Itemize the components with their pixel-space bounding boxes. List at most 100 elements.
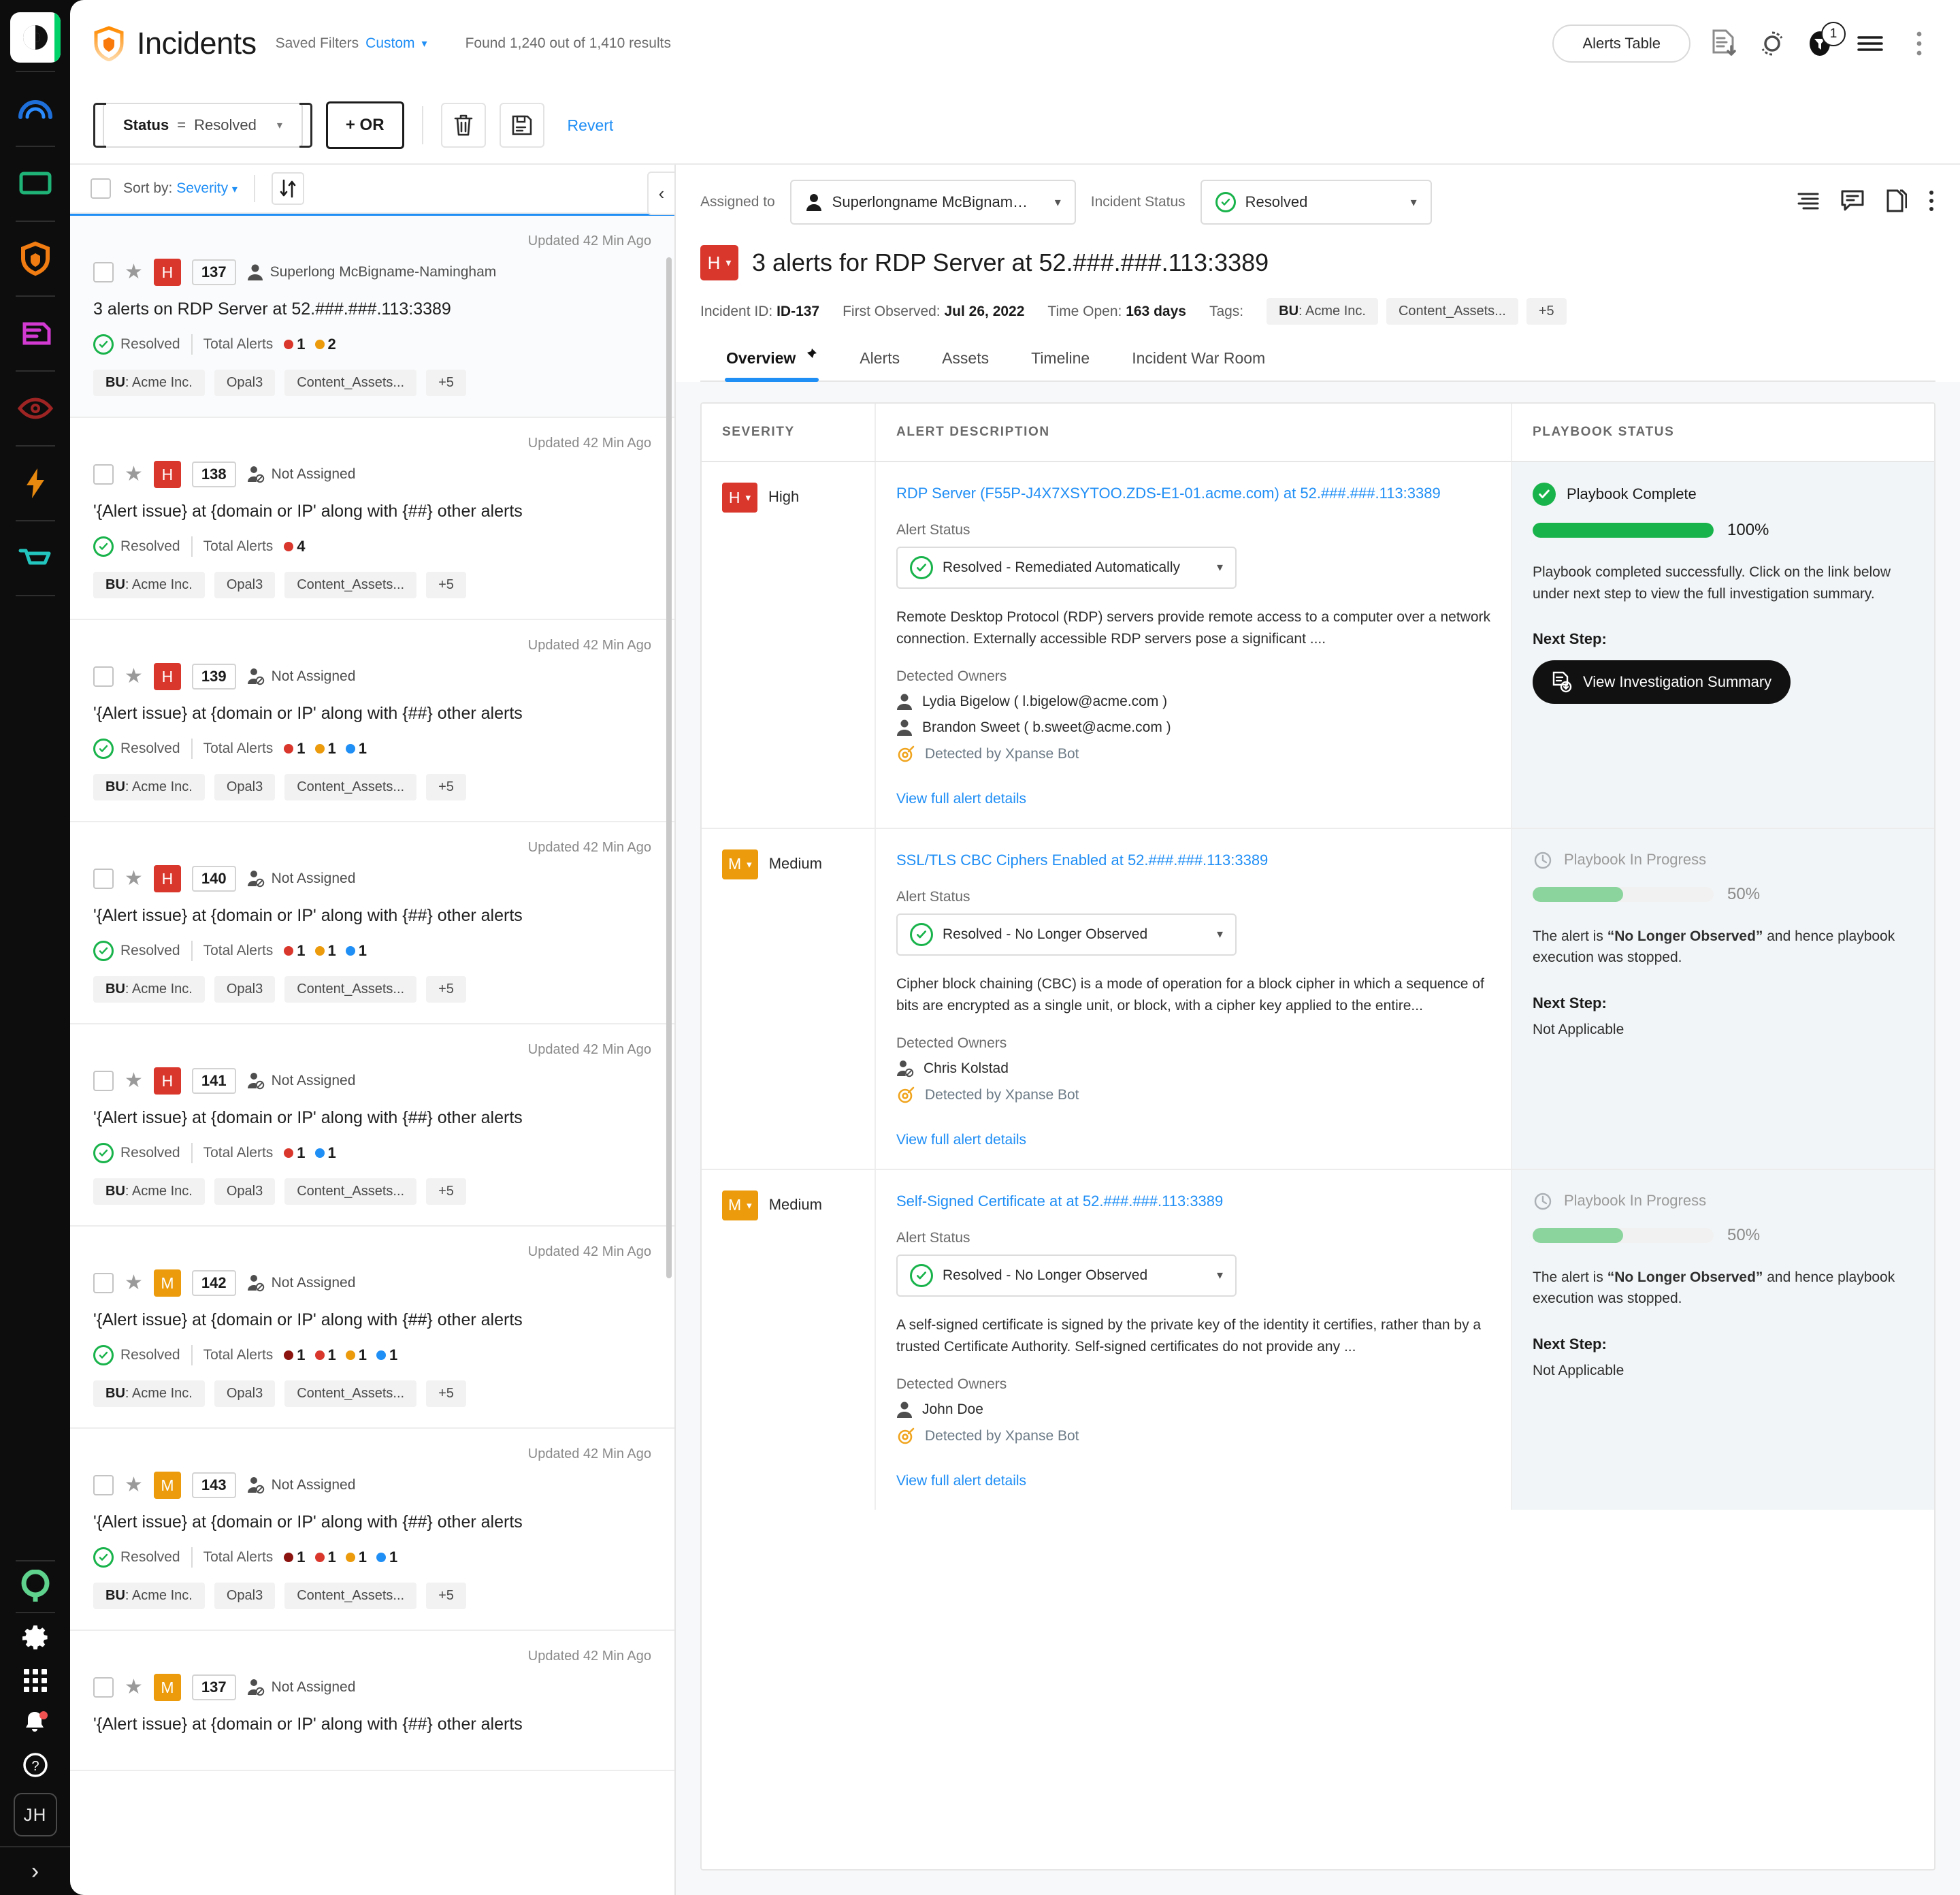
avatar[interactable]: JH bbox=[13, 1793, 57, 1836]
incident-tag[interactable]: BU: Acme Inc. bbox=[93, 572, 205, 598]
incident-tag[interactable]: Content_Assets... bbox=[1386, 298, 1518, 325]
alert-status-select[interactable]: Resolved - Remediated Automatically ▾ bbox=[896, 546, 1237, 589]
incident-tag[interactable]: +5 bbox=[426, 370, 466, 396]
incident-tag[interactable]: BU: Acme Inc. bbox=[93, 370, 205, 396]
incident-item-title[interactable]: '{Alert issue} at {domain or IP' along w… bbox=[93, 1310, 651, 1330]
filter-icon[interactable]: 1 bbox=[1805, 22, 1846, 60]
incident-list-item[interactable]: Updated 42 Min Ago ★ M 143 Not Assigned … bbox=[70, 1429, 674, 1631]
alert-status-select[interactable]: Resolved - No Longer Observed ▾ bbox=[896, 913, 1237, 956]
star-icon[interactable]: ★ bbox=[125, 1475, 143, 1495]
select-all-checkbox[interactable] bbox=[91, 178, 111, 199]
bell-icon[interactable] bbox=[0, 1702, 70, 1744]
incident-list-item[interactable]: Updated 42 Min Ago ★ H 138 Not Assigned … bbox=[70, 418, 674, 620]
sidebar-item-dashboard-icon[interactable] bbox=[0, 76, 70, 142]
tab-incident-war-room[interactable]: Incident War Room bbox=[1130, 341, 1267, 380]
incident-tag[interactable]: Content_Assets... bbox=[284, 572, 417, 598]
incident-checkbox[interactable] bbox=[93, 1475, 114, 1495]
star-icon[interactable]: ★ bbox=[125, 1677, 143, 1698]
incident-list-item[interactable]: Updated 42 Min Ago ★ H 137 Superlong McB… bbox=[70, 214, 674, 418]
view-full-alert-details-link[interactable]: View full alert details bbox=[896, 791, 1026, 807]
incident-list-item[interactable]: Updated 42 Min Ago ★ H 141 Not Assigned … bbox=[70, 1024, 674, 1227]
alert-severity-badge[interactable]: M ▾ bbox=[722, 1190, 758, 1220]
comment-icon[interactable] bbox=[1840, 189, 1865, 216]
tab-overview[interactable]: Overview bbox=[725, 341, 819, 382]
star-icon[interactable]: ★ bbox=[125, 464, 143, 485]
filter-status-chip[interactable]: Status = Resolved ▾ bbox=[103, 103, 303, 148]
incident-list-item[interactable]: Updated 42 Min Ago ★ H 139 Not Assigned … bbox=[70, 620, 674, 822]
incident-tag[interactable]: Content_Assets... bbox=[284, 1380, 417, 1407]
incident-tag[interactable]: BU: Acme Inc. bbox=[93, 774, 205, 800]
incident-tag[interactable]: +5 bbox=[426, 1583, 466, 1609]
incident-tag[interactable]: Opal3 bbox=[214, 976, 276, 1003]
incident-checkbox[interactable] bbox=[93, 1273, 114, 1293]
sidebar-item-cart-icon[interactable] bbox=[0, 525, 70, 591]
alert-link[interactable]: RDP Server (F55P-J4X7XSYTOO.ZDS-E1-01.ac… bbox=[896, 485, 1441, 502]
incident-list-item[interactable]: Updated 42 Min Ago ★ M 137 Not Assigned … bbox=[70, 1631, 674, 1771]
incident-item-title[interactable]: '{Alert issue} at {domain or IP' along w… bbox=[93, 1715, 651, 1734]
incident-tag[interactable]: Content_Assets... bbox=[284, 1178, 417, 1205]
incident-checkbox[interactable] bbox=[93, 869, 114, 889]
saved-filters-value[interactable]: Custom bbox=[365, 35, 414, 52]
incident-tag[interactable]: +5 bbox=[426, 774, 466, 800]
incident-tag[interactable]: Content_Assets... bbox=[284, 370, 417, 396]
more-options-icon[interactable] bbox=[1927, 189, 1936, 216]
sidebar-item-shield-icon[interactable] bbox=[0, 226, 70, 291]
incident-item-title[interactable]: '{Alert issue} at {domain or IP' along w… bbox=[93, 502, 651, 521]
incident-tag[interactable]: +5 bbox=[426, 572, 466, 598]
incident-item-title[interactable]: '{Alert issue} at {domain or IP' along w… bbox=[93, 1108, 651, 1128]
save-filter-button[interactable] bbox=[499, 103, 544, 148]
alert-link[interactable]: SSL/TLS CBC Ciphers Enabled at 52.###.##… bbox=[896, 852, 1268, 869]
detected-by-bot[interactable]: Detected by Xpanse Bot bbox=[896, 1086, 1490, 1105]
incident-item-title[interactable]: '{Alert issue} at {domain or IP' along w… bbox=[93, 906, 651, 926]
export-document-icon[interactable] bbox=[1707, 27, 1740, 60]
alerts-table-button[interactable]: Alerts Table bbox=[1552, 25, 1690, 63]
incident-item-title[interactable]: 3 alerts on RDP Server at 52.###.###.113… bbox=[93, 299, 651, 319]
incident-tag[interactable]: BU: Acme Inc. bbox=[93, 976, 205, 1003]
sidebar-item-automation-icon[interactable] bbox=[0, 301, 70, 366]
notes-lines-icon[interactable] bbox=[1797, 191, 1820, 214]
view-investigation-summary-button[interactable]: View Investigation Summary bbox=[1533, 660, 1791, 704]
incident-checkbox[interactable] bbox=[93, 262, 114, 282]
incident-item-title[interactable]: '{Alert issue} at {domain or IP' along w… bbox=[93, 704, 651, 724]
detected-by-bot[interactable]: Detected by Xpanse Bot bbox=[896, 745, 1490, 764]
star-icon[interactable]: ★ bbox=[125, 869, 143, 889]
assignee-select[interactable]: Superlongname McBigname... ▾ bbox=[789, 180, 1076, 225]
incident-tag[interactable]: Opal3 bbox=[214, 1178, 276, 1205]
incident-item-title[interactable]: '{Alert issue} at {domain or IP' along w… bbox=[93, 1512, 651, 1532]
gear-icon[interactable] bbox=[0, 1617, 70, 1659]
cortex-logo[interactable] bbox=[10, 12, 61, 63]
detected-by-bot[interactable]: Detected by Xpanse Bot bbox=[896, 1427, 1490, 1446]
scrollbar-thumb[interactable] bbox=[666, 257, 672, 1278]
expand-rail-button[interactable]: › bbox=[31, 1847, 39, 1887]
incident-status-select[interactable]: Resolved ▾ bbox=[1200, 180, 1432, 225]
star-icon[interactable]: ★ bbox=[125, 262, 143, 282]
incident-checkbox[interactable] bbox=[93, 1071, 114, 1091]
incident-tag[interactable]: BU: Acme Inc. bbox=[93, 1583, 205, 1609]
pin-icon[interactable] bbox=[802, 348, 817, 368]
incident-tag[interactable]: BU: Acme Inc. bbox=[1267, 298, 1378, 325]
incident-checkbox[interactable] bbox=[93, 1677, 114, 1698]
incident-tag[interactable]: BU: Acme Inc. bbox=[93, 1178, 205, 1205]
sort-direction-button[interactable] bbox=[271, 172, 304, 205]
tab-timeline[interactable]: Timeline bbox=[1030, 341, 1091, 380]
view-full-alert-details-link[interactable]: View full alert details bbox=[896, 1132, 1026, 1148]
incident-tag[interactable]: Opal3 bbox=[214, 1583, 276, 1609]
list-view-icon[interactable] bbox=[1854, 27, 1886, 60]
incident-tag[interactable]: BU: Acme Inc. bbox=[93, 1380, 205, 1407]
incident-tag[interactable]: +5 bbox=[1526, 298, 1567, 325]
sort-by-value[interactable]: Severity bbox=[176, 180, 228, 196]
incident-tag[interactable]: +5 bbox=[426, 1178, 466, 1205]
severity-badge[interactable]: H ▾ bbox=[700, 245, 738, 280]
tab-alerts[interactable]: Alerts bbox=[858, 341, 901, 380]
view-full-alert-details-link[interactable]: View full alert details bbox=[896, 1473, 1026, 1489]
incident-tag[interactable]: +5 bbox=[426, 976, 466, 1003]
incident-tag[interactable]: Opal3 bbox=[214, 774, 276, 800]
saved-filters[interactable]: Saved Filters Custom ▾ bbox=[276, 35, 427, 52]
tab-assets[interactable]: Assets bbox=[941, 341, 990, 380]
star-icon[interactable]: ★ bbox=[125, 1071, 143, 1091]
incident-checkbox[interactable] bbox=[93, 464, 114, 485]
sidebar-item-eye-icon[interactable] bbox=[0, 376, 70, 441]
incident-tag[interactable]: +5 bbox=[426, 1380, 466, 1407]
incident-tag[interactable]: Opal3 bbox=[214, 572, 276, 598]
more-options-icon[interactable] bbox=[1903, 27, 1936, 60]
